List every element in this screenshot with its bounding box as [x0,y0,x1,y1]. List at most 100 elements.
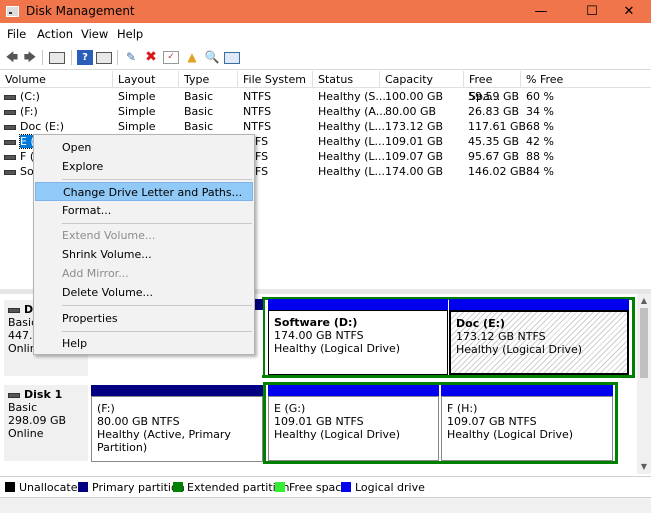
partition-status: Healthy (Logical Drive) [274,342,401,355]
volume-icon [4,139,16,145]
volume-icon [4,154,16,160]
col-header-layout[interactable]: Layout [113,71,179,88]
capacity-cell: 80.00 GB [385,105,437,118]
status-bar [0,497,651,513]
menu-item-add-mirror[interactable]: Add Mirror... [35,264,253,283]
back-icon[interactable]: 🡄 [4,50,20,65]
partition-fs: 173.12 GB NTFS [456,330,546,343]
percent-free-cell: 34 % [526,105,554,118]
menu-bar: File Action View Help [0,23,651,45]
disk-1-info[interactable]: Disk 1 Basic 298.09 GB Online [4,385,88,461]
check-icon[interactable]: ✓ [163,51,179,64]
col-header-free-space[interactable]: Free Spa... [464,71,521,103]
layout-cell: Simple [118,105,156,118]
partition-e-g[interactable]: E (G:) 109.01 GB NTFS Healthy (Logical D… [268,385,439,461]
col-header-volume[interactable]: Volume [0,71,113,88]
properties-icon[interactable] [96,52,112,64]
fs-cell: NTFS [243,90,272,103]
menu-item-shrink-volume[interactable]: Shrink Volume... [35,245,253,264]
search-icon[interactable]: 🔍 [204,50,220,65]
menu-item-delete-volume[interactable]: Delete Volume... [35,283,253,302]
table-row[interactable]: (F:) Simple Basic NTFS Healthy (A... 80.… [0,104,651,119]
disk-management-icon [6,6,19,17]
menu-action[interactable]: Action [37,27,73,41]
disk-icon [8,392,20,398]
fs-cell: NTFS [243,120,272,133]
fs-cell-partial: FS [255,135,269,148]
menu-item-change-drive-letter[interactable]: Change Drive Letter and Paths... [35,182,253,201]
partition-software-d[interactable]: Software (D:) 174.00 GB NTFS Healthy (Lo… [268,299,448,375]
disk-1-name: Disk 1 [24,388,63,401]
status-cell: Healthy (S... [318,90,386,103]
volume-icon [4,124,16,130]
status-cell: Healthy (A... [318,105,387,118]
volume-icon [4,109,16,115]
menu-item-help[interactable]: Help [35,334,253,353]
fs-cell: NTFS [243,105,272,118]
percent-free-cell: 42 % [526,135,554,148]
partition-name: E (G:) [274,402,306,415]
console-icon[interactable] [224,52,240,64]
disk-map-scrollbar[interactable]: ▲ ▼ [637,294,651,474]
free-space-cell: 117.61 GB [468,120,527,133]
partition-f-h[interactable]: F (H:) 109.07 GB NTFS Healthy (Logical D… [441,385,613,461]
free-space-cell: 26.83 GB [468,105,520,118]
col-header-type[interactable]: Type [179,71,238,88]
delete-icon[interactable]: ✖ [143,50,159,65]
menu-item-extend-volume[interactable]: Extend Volume... [35,226,253,245]
free-space-cell: 45.35 GB [468,135,520,148]
status-cell: Healthy (L... [318,120,386,133]
disk-1-type: Basic [8,401,38,414]
type-cell: Basic [184,90,214,103]
menu-file[interactable]: File [7,27,26,41]
capacity-cell: 173.12 GB [385,120,444,133]
volume-name: Doc (E:) [20,120,64,133]
legend-free-space: Free space [275,482,348,493]
connect-icon[interactable]: ✎ [123,50,139,65]
menu-item-explore[interactable]: Explore [35,157,253,176]
table-row[interactable]: (C:) Simple Basic NTFS Healthy (S... 100… [0,89,651,104]
legend-logical-drive: Logical drive [341,482,425,493]
col-header-percent-free[interactable]: % Free [521,71,651,88]
table-row[interactable]: Doc (E:) Simple Basic NTFS Healthy (L...… [0,119,651,134]
scroll-thumb[interactable] [640,308,648,378]
menu-item-format[interactable]: Format... [35,201,253,220]
col-header-file-system[interactable]: File System [238,71,313,88]
partition-name: F (H:) [447,402,478,415]
partition-doc-e[interactable]: Doc (E:) 173.12 GB NTFS Healthy (Logical… [449,299,629,375]
menu-help[interactable]: Help [117,27,143,41]
help-icon[interactable]: ? [77,50,93,65]
partition-f[interactable]: (F:) 80.00 GB NTFS Healthy (Active, Prim… [91,385,263,462]
minimize-button[interactable]: — [519,0,563,23]
disk-1-size: 298.09 GB [8,414,67,427]
partition-status: Healthy (Logical Drive) [447,428,574,441]
partition-fs: 174.00 GB NTFS [274,329,364,342]
capacity-cell: 174.00 GB [385,165,444,178]
partition-fs: 80.00 GB NTFS [97,415,180,428]
free-space-cell: 146.02 GB [468,165,527,178]
legend: Unallocated Primary partition Extended p… [0,476,651,497]
scroll-down-icon[interactable]: ▼ [637,462,651,471]
menu-item-open[interactable]: Open [35,138,253,157]
fs-cell-partial: FS [255,165,269,178]
partition-fs: 109.01 GB NTFS [274,415,364,428]
percent-free-cell: 60 % [526,90,554,103]
legend-extended-partition: Extended partition [173,482,289,493]
console-tree-icon[interactable] [49,52,65,64]
percent-free-cell: 84 % [526,165,554,178]
status-cell: Healthy (L... [318,135,386,148]
menu-item-properties[interactable]: Properties [35,309,253,328]
col-header-capacity[interactable]: Capacity [380,71,464,88]
folder-icon[interactable]: ▲ [184,50,200,65]
col-header-status[interactable]: Status [313,71,380,88]
close-button[interactable]: ✕ [607,0,651,23]
type-cell: Basic [184,105,214,118]
status-cell: Healthy (L... [318,165,386,178]
forward-icon[interactable]: 🡆 [22,50,38,65]
percent-free-cell: 88 % [526,150,554,163]
disk-icon [8,307,20,313]
menu-view[interactable]: View [81,27,108,41]
volume-name: (F:) [20,105,38,118]
partition-status: Healthy (Active, Primary Partition) [97,428,231,454]
scroll-up-icon[interactable]: ▲ [637,296,651,305]
